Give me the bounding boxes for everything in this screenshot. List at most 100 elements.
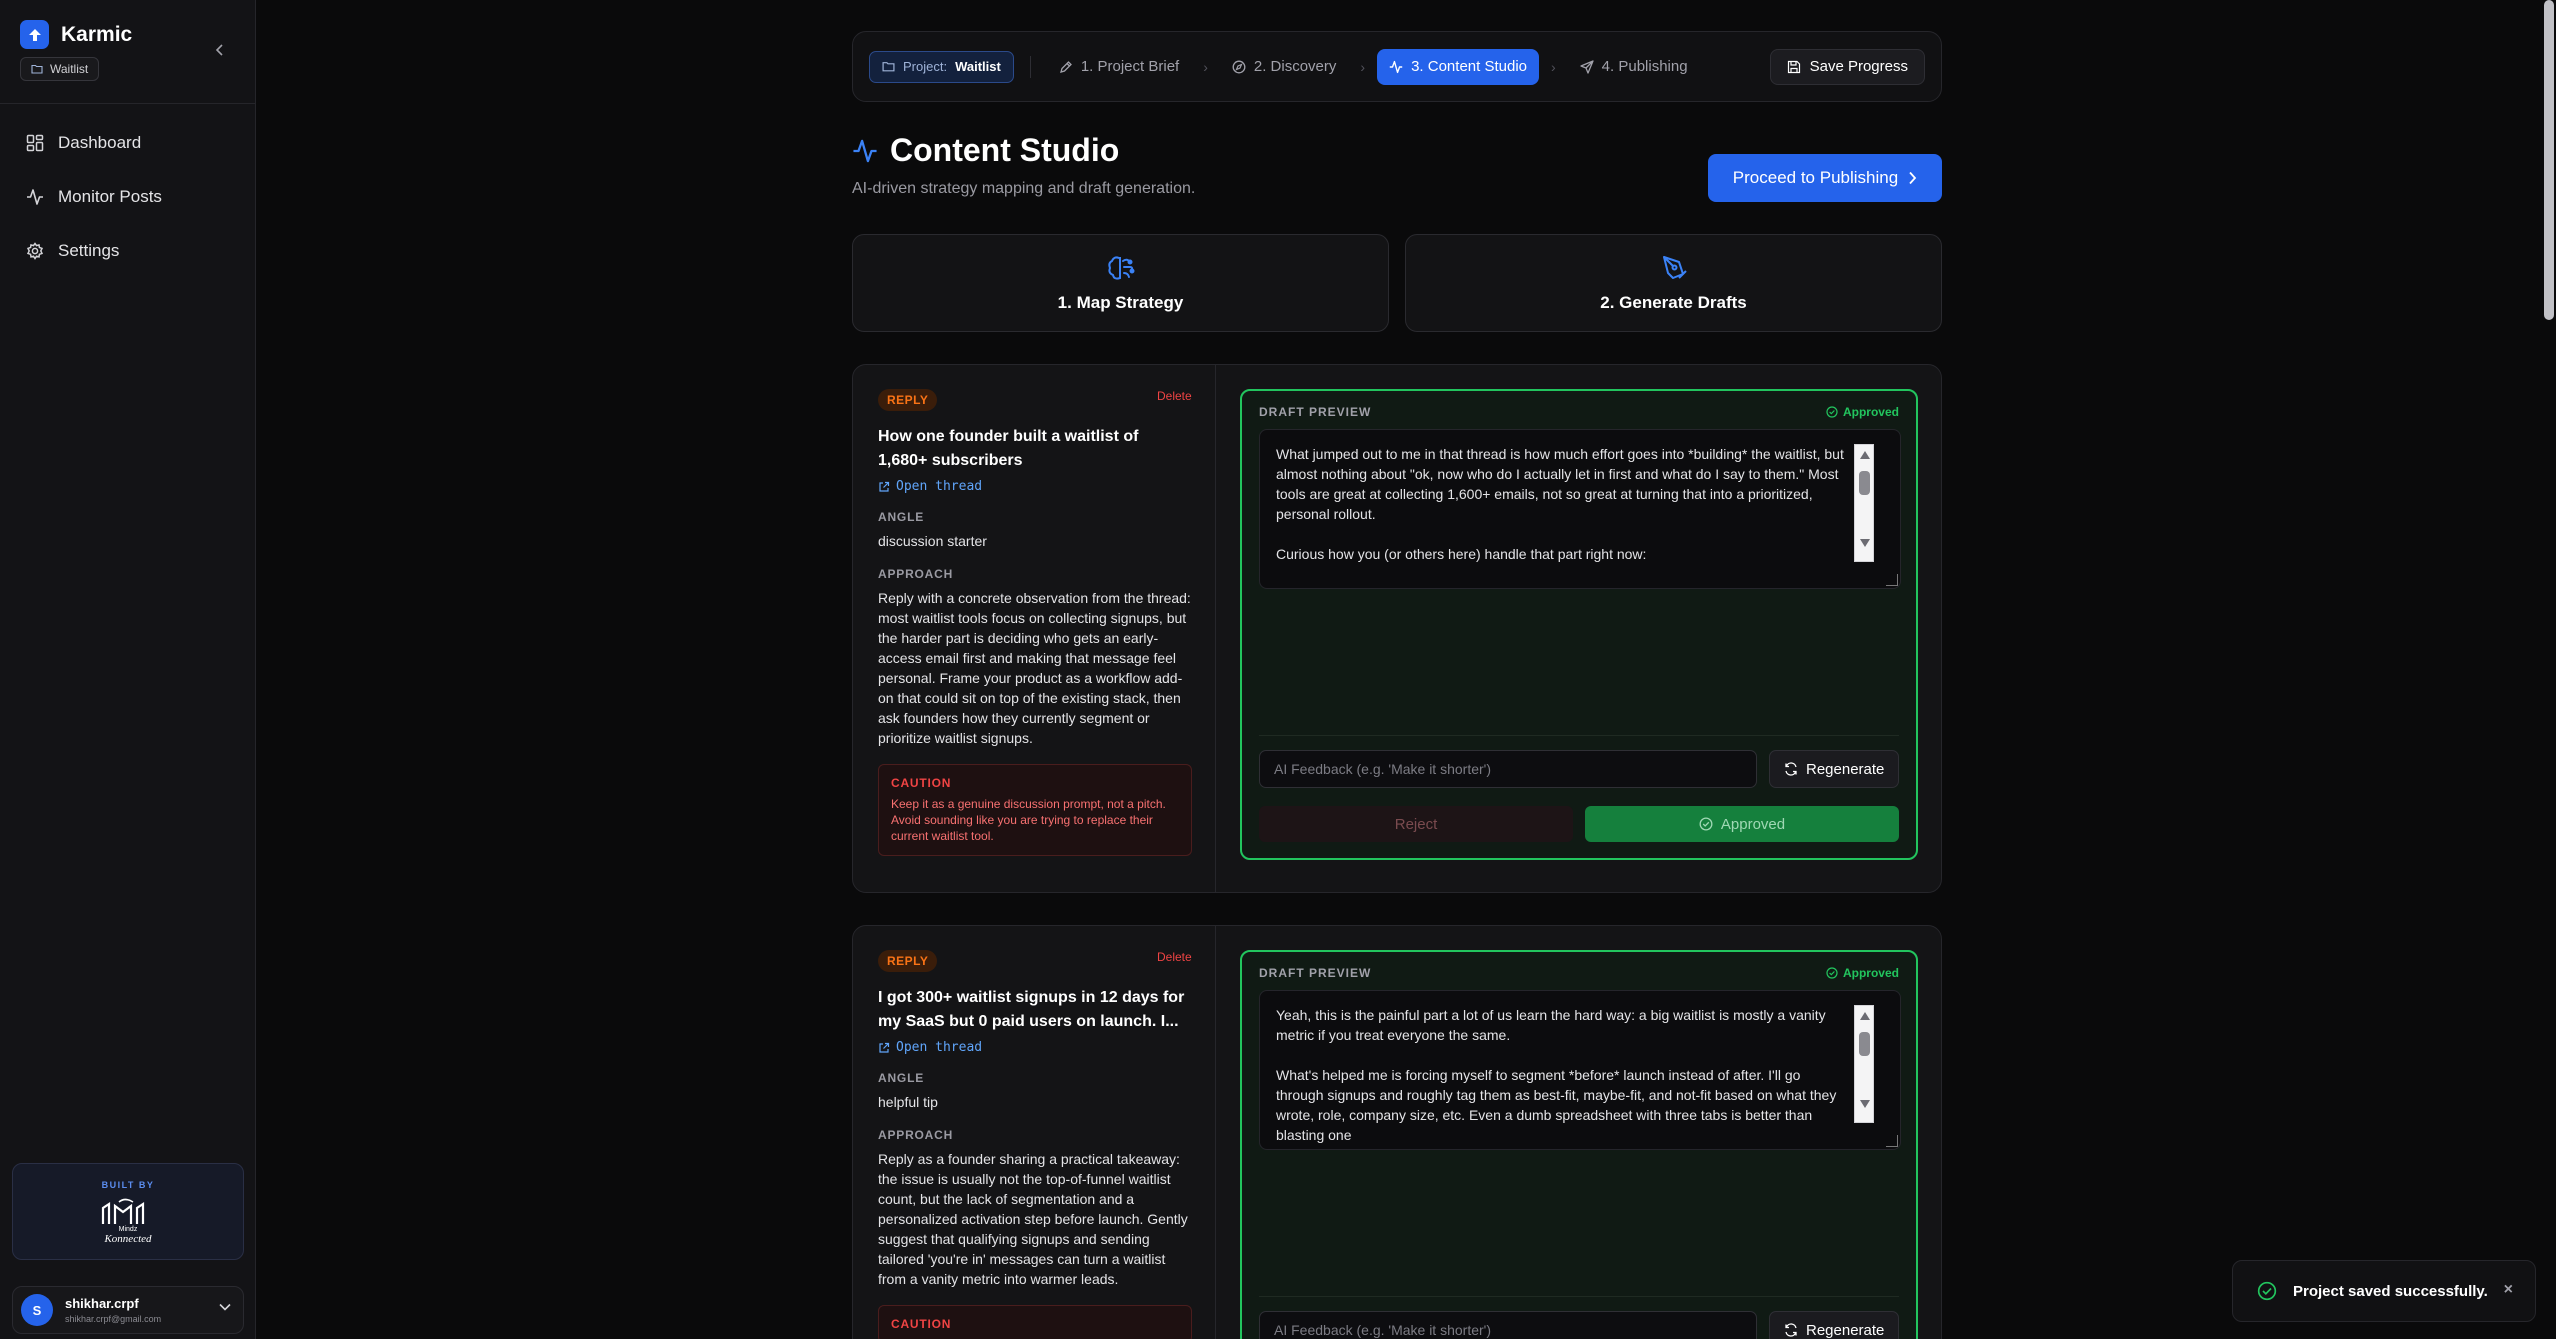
- mindz-konnected-logo: Mindz Konnected: [101, 1198, 152, 1244]
- chevron-down-icon: [219, 1303, 231, 1311]
- page-scrollbar[interactable]: [2542, 0, 2556, 1339]
- step-publishing[interactable]: 4. Publishing: [1568, 49, 1700, 85]
- sidebar-item-dashboard[interactable]: Dashboard: [14, 118, 242, 168]
- brand[interactable]: Karmic: [20, 20, 132, 49]
- project-chip[interactable]: Project: Waitlist: [869, 50, 1014, 83]
- toast-notification: Project saved successfully. ×: [2232, 1260, 2536, 1322]
- user-name: shikhar.crpf: [65, 1296, 139, 1311]
- toast-message: Project saved successfully.: [2293, 1282, 2488, 1300]
- built-by-card[interactable]: BUILT BY Mindz Konnected: [12, 1163, 244, 1260]
- draft-preview: DRAFT PREVIEW Approved What jumped out t…: [1240, 389, 1918, 860]
- status-badge: Approved: [1826, 405, 1899, 419]
- check-circle-icon: [2257, 1281, 2277, 1301]
- check-circle-icon: [1699, 817, 1713, 831]
- sidebar-item-monitor-posts[interactable]: Monitor Posts: [14, 172, 242, 222]
- step-label: 3. Content Studio: [1411, 58, 1527, 75]
- sidebar-item-settings[interactable]: Settings: [14, 226, 242, 276]
- activity-icon: [853, 139, 877, 162]
- scroll-down-arrow[interactable]: [1860, 1100, 1870, 1108]
- logo-text-konnected: Konnected: [103, 1233, 152, 1244]
- chevron-right-icon: ›: [1360, 58, 1366, 75]
- draft-paragraph: What's helped me is forcing myself to se…: [1276, 1067, 1837, 1143]
- user-email: shikhar.crpf@gmail.com: [65, 1314, 162, 1324]
- step-discovery[interactable]: 2. Discovery: [1220, 49, 1349, 85]
- status-badge: Approved: [1826, 966, 1899, 980]
- save-progress-button[interactable]: Save Progress: [1769, 48, 1925, 85]
- user-menu[interactable]: S shikhar.crpf shikhar.crpf@gmail.com: [12, 1286, 244, 1334]
- sidebar-item-label: Settings: [58, 241, 120, 260]
- open-thread-label: Open thread: [896, 479, 983, 494]
- generate-drafts-tab[interactable]: 2. Generate Drafts: [1405, 234, 1942, 332]
- resize-handle[interactable]: [1886, 574, 1898, 586]
- sidebar-divider: [0, 103, 256, 104]
- regenerate-button[interactable]: Regenerate: [1769, 1311, 1899, 1339]
- logo-text-mindz: Mindz: [119, 1226, 138, 1233]
- delete-button[interactable]: Delete: [1157, 950, 1192, 964]
- project-chip-prefix: Project:: [903, 59, 948, 74]
- scroll-thumb[interactable]: [1859, 471, 1870, 495]
- compass-icon: [1232, 60, 1246, 73]
- step-content-studio[interactable]: 3. Content Studio: [1377, 48, 1539, 85]
- brand-name: Karmic: [61, 22, 133, 46]
- built-by-label: BUILT BY: [101, 1180, 155, 1190]
- map-strategy-tab[interactable]: 1. Map Strategy: [852, 234, 1389, 332]
- angle-label: ANGLE: [878, 1071, 924, 1085]
- textarea-scrollbar[interactable]: [1854, 1005, 1874, 1123]
- draft-divider: [1259, 735, 1899, 736]
- tab-label: 1. Map Strategy: [1057, 293, 1184, 312]
- draft-paragraph: What jumped out to me in that thread is …: [1276, 446, 1844, 522]
- chevron-right-icon: ›: [1203, 58, 1208, 75]
- pen-tool-icon: [1662, 256, 1687, 279]
- approach-value: Reply with a concrete observation from t…: [878, 590, 1191, 746]
- collapse-sidebar-button[interactable]: [208, 38, 232, 62]
- sidebar-nav: Dashboard Monitor Posts Settings: [14, 118, 242, 280]
- step-label: 2. Discovery: [1253, 58, 1337, 75]
- angle-value: helpful tip: [878, 1094, 938, 1110]
- step-project-brief[interactable]: 1. Project Brief: [1047, 49, 1191, 85]
- ai-feedback-input[interactable]: [1259, 1311, 1758, 1339]
- project-pill-label: Waitlist: [50, 62, 89, 76]
- page-scroll-thumb[interactable]: [2544, 0, 2554, 320]
- card-strategy: REPLY Delete How one founder built a wai…: [853, 365, 1216, 892]
- brain-icon: [1107, 256, 1134, 280]
- scroll-up-arrow[interactable]: [1860, 1012, 1870, 1020]
- reject-button[interactable]: Reject: [1259, 806, 1573, 842]
- proceed-to-publishing-button[interactable]: Proceed to Publishing: [1708, 154, 1942, 202]
- textarea-scrollbar[interactable]: [1854, 444, 1874, 562]
- step-label: 1. Project Brief: [1080, 58, 1180, 75]
- stepper-divider: [1029, 55, 1031, 78]
- approve-button[interactable]: Approved: [1585, 806, 1899, 842]
- folder-icon: [882, 62, 895, 72]
- close-icon[interactable]: ×: [2504, 1281, 2513, 1299]
- open-thread-link[interactable]: Open thread: [878, 1040, 1191, 1055]
- scroll-thumb[interactable]: [1859, 1032, 1870, 1056]
- project-chip-name: Waitlist: [955, 59, 1001, 74]
- status-label: Approved: [1842, 966, 1899, 980]
- draft-textarea[interactable]: Yeah, this is the painful part a lot of …: [1259, 990, 1901, 1150]
- project-pill[interactable]: Waitlist: [20, 57, 100, 81]
- caution-text: Keep it as a genuine discussion prompt, …: [891, 797, 1166, 843]
- draft-textarea[interactable]: What jumped out to me in that thread is …: [1259, 429, 1901, 589]
- delete-button[interactable]: Delete: [1157, 389, 1192, 403]
- grid-icon: [26, 134, 44, 152]
- proceed-label: Proceed to Publishing: [1732, 168, 1899, 187]
- page-title: Content Studio: [852, 132, 1119, 169]
- scroll-up-arrow[interactable]: [1860, 451, 1870, 459]
- step-label: 4. Publishing: [1601, 58, 1688, 75]
- folder-icon: [31, 64, 43, 74]
- draft-paragraph: Curious how you (or others here) handle …: [1276, 546, 1647, 562]
- save-progress-label: Save Progress: [1809, 58, 1908, 75]
- open-thread-link[interactable]: Open thread: [878, 479, 1191, 494]
- regenerate-button[interactable]: Regenerate: [1769, 750, 1899, 788]
- draft-paragraph: Yeah, this is the painful part a lot of …: [1276, 1007, 1826, 1043]
- ai-feedback-input[interactable]: [1259, 750, 1758, 788]
- workflow-stepper: Project: Waitlist 1. Project Brief › 2. …: [852, 31, 1942, 102]
- scroll-down-arrow[interactable]: [1860, 539, 1870, 547]
- send-icon: [1580, 59, 1594, 74]
- refresh-icon: [1785, 1323, 1797, 1337]
- thread-title: How one founder built a waitlist of 1,68…: [878, 428, 1139, 469]
- thread-title: I got 300+ waitlist signups in 12 days f…: [878, 989, 1185, 1030]
- reply-badge: REPLY: [878, 950, 938, 972]
- resize-handle[interactable]: [1886, 1135, 1898, 1147]
- card-strategy: REPLY Delete I got 300+ waitlist signups…: [853, 926, 1216, 1339]
